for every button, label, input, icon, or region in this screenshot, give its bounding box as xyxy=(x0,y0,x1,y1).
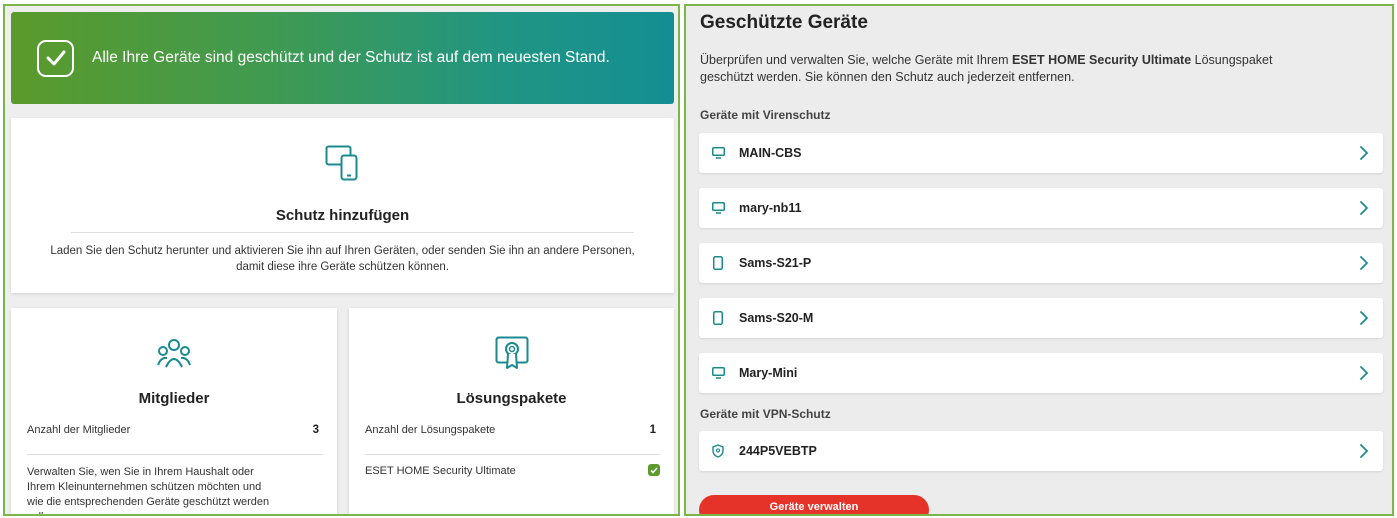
chevron-right-icon[interactable] xyxy=(1359,145,1369,161)
device-row[interactable]: Sams-S20-M xyxy=(699,298,1383,338)
status-message: Alle Ihre Geräte sind geschützt und der … xyxy=(92,49,610,66)
antivirus-section-title: Geräte mit Virenschutz xyxy=(700,108,831,122)
device-row[interactable]: Mary-Mini xyxy=(699,353,1383,393)
devices-icon xyxy=(325,145,359,186)
device-row[interactable]: MAIN-CBS xyxy=(699,133,1383,173)
phone-icon xyxy=(711,256,725,270)
device-row[interactable]: Sams-S21-P xyxy=(699,243,1383,283)
desktop-icon xyxy=(711,366,725,380)
package-name: ESET HOME Security Ultimate xyxy=(1011,53,1192,67)
description-text: Überprüfen und verwalten Sie, welche Ger… xyxy=(700,53,1012,67)
add-protection-card[interactable]: Schutz hinzufügen Laden Sie den Schutz h… xyxy=(11,118,674,293)
device-name: Sams-S21-P xyxy=(739,256,812,270)
chevron-right-icon[interactable] xyxy=(1359,365,1369,381)
divider xyxy=(71,232,634,233)
members-count-value: 3 xyxy=(312,424,319,436)
chevron-right-icon[interactable] xyxy=(1359,310,1369,326)
shield-icon xyxy=(711,444,725,458)
packages-title: Lösungspakete xyxy=(456,390,567,407)
device-name: 244P5VEBTP xyxy=(739,444,817,458)
device-row[interactable]: mary-nb11 xyxy=(699,188,1383,228)
page-description: Überprüfen und verwalten Sie, welche Ger… xyxy=(700,52,1300,86)
members-title: Mitglieder xyxy=(138,390,210,407)
check-badge-icon xyxy=(648,464,660,476)
status-banner: Alle Ihre Geräte sind geschützt und der … xyxy=(11,12,674,104)
vpn-section-title: Geräte mit VPN-Schutz xyxy=(700,407,831,421)
members-description: Verwalten Sie, wen Sie in Ihrem Haushalt… xyxy=(27,466,270,514)
device-name: mary-nb11 xyxy=(739,201,802,215)
page-title: Geschützte Geräte xyxy=(700,12,868,33)
packages-card[interactable]: Lösungspakete Anzahl der Lösungspakete 1… xyxy=(349,308,674,514)
packages-count-label: Anzahl der Lösungspakete xyxy=(365,424,496,436)
desktop-icon xyxy=(711,146,725,160)
dashboard-panel: Alle Ihre Geräte sind geschützt und der … xyxy=(3,4,680,516)
chevron-right-icon[interactable] xyxy=(1359,255,1369,271)
manage-devices-button[interactable]: Geräte verwalten xyxy=(699,495,929,514)
protected-devices-panel: Geschützte Geräte Überprüfen und verwalt… xyxy=(684,4,1394,516)
package-item-label[interactable]: ESET HOME Security Ultimate xyxy=(365,465,516,477)
certificate-icon xyxy=(495,336,529,375)
members-count-label: Anzahl der Mitglieder xyxy=(27,424,131,436)
chevron-right-icon[interactable] xyxy=(1359,200,1369,216)
device-name: Sams-S20-M xyxy=(739,311,814,325)
packages-count-value: 1 xyxy=(649,424,656,436)
device-row[interactable]: 244P5VEBTP xyxy=(699,431,1383,471)
divider xyxy=(365,454,660,455)
members-card[interactable]: Mitglieder Anzahl der Mitglieder 3 Verwa… xyxy=(11,308,337,514)
device-name: Mary-Mini xyxy=(739,366,798,380)
add-protection-description: Laden Sie den Schutz herunter und aktivi… xyxy=(50,245,635,273)
device-name: MAIN-CBS xyxy=(739,146,802,160)
add-protection-title: Schutz hinzufügen xyxy=(275,207,410,224)
check-icon xyxy=(37,39,74,77)
people-icon xyxy=(157,338,191,375)
phone-icon xyxy=(711,311,725,325)
chevron-right-icon[interactable] xyxy=(1359,443,1369,459)
desktop-icon xyxy=(711,201,725,215)
divider xyxy=(27,454,323,455)
